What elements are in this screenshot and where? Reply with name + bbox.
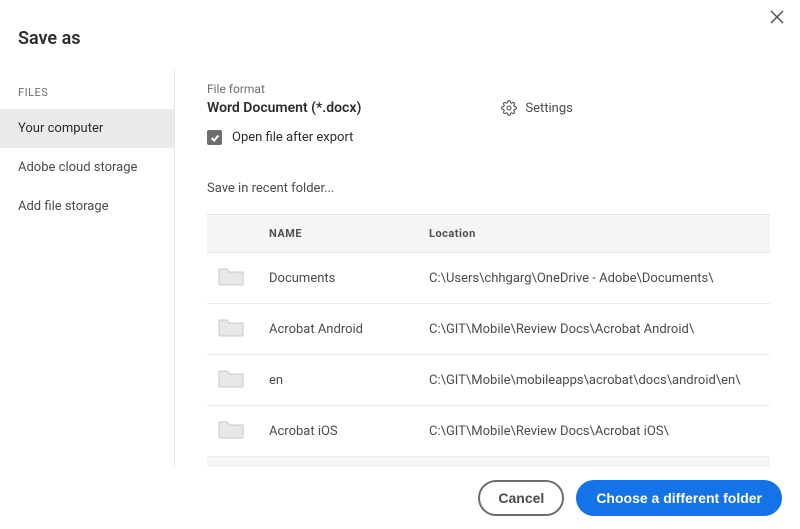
recent-folder-table: NAME Location Documents C:\Users\chhgarg… xyxy=(207,214,770,467)
open-after-export-checkbox[interactable] xyxy=(207,130,222,145)
table-row[interactable]: Acrobat iOS C:\GIT\Mobile\Review Docs\Ac… xyxy=(207,406,770,457)
folder-icon xyxy=(217,418,245,440)
sidebar-item-your-computer[interactable]: Your computer xyxy=(0,109,174,148)
table-row[interactable]: Documents C:\Users\chhgarg\OneDrive - Ad… xyxy=(207,253,770,304)
recent-folder-heading: Save in recent folder... xyxy=(207,181,770,196)
sidebar-item-add-storage[interactable]: Add file storage xyxy=(0,187,174,226)
row-name: Acrobat Android xyxy=(259,304,419,355)
file-format-heading: File format xyxy=(207,82,770,96)
choose-folder-button[interactable]: Choose a different folder xyxy=(576,480,782,516)
folder-icon xyxy=(217,265,245,287)
checkmark-icon xyxy=(210,133,220,143)
row-name: en xyxy=(259,355,419,406)
dialog-title: Save as xyxy=(0,0,800,73)
column-header-icon xyxy=(207,215,259,253)
sidebar: FILES Your computer Adobe cloud storage … xyxy=(0,70,175,467)
sidebar-heading: FILES xyxy=(0,76,174,109)
close-icon xyxy=(770,10,784,24)
close-button[interactable] xyxy=(770,10,786,26)
dialog-footer: Cancel Choose a different folder xyxy=(0,467,800,529)
row-location: C:\Users\chhgarg\OneDrive - Adobe\Docume… xyxy=(419,253,770,304)
sidebar-item-label: Add file storage xyxy=(18,199,109,214)
folder-icon xyxy=(217,316,245,338)
file-format-value: Word Document (*.docx) xyxy=(207,100,361,116)
folder-icon xyxy=(217,367,245,389)
cancel-button[interactable]: Cancel xyxy=(478,480,564,516)
row-name: Documents xyxy=(259,253,419,304)
row-location: C:\GIT\Mobile\Review Docs\Acrobat Androi… xyxy=(419,304,770,355)
settings-button[interactable]: Settings xyxy=(501,100,572,116)
column-header-location[interactable]: Location xyxy=(419,215,770,253)
sidebar-item-label: Your computer xyxy=(18,121,103,136)
table-row[interactable]: en C:\GIT\Mobile\mobileapps\acrobat\docs… xyxy=(207,355,770,406)
table-row[interactable]: Acrobat Android C:\GIT\Mobile\Review Doc… xyxy=(207,304,770,355)
sidebar-item-adobe-cloud[interactable]: Adobe cloud storage xyxy=(0,148,174,187)
gear-icon xyxy=(501,100,517,116)
settings-label: Settings xyxy=(525,101,572,116)
open-after-export-label: Open file after export xyxy=(232,130,353,145)
row-location: C:\GIT\Mobile\Review Docs\Acrobat iOS\ xyxy=(419,406,770,457)
table-footer-row xyxy=(207,457,770,468)
row-location: C:\GIT\Mobile\mobileapps\acrobat\docs\an… xyxy=(419,355,770,406)
row-name: Acrobat iOS xyxy=(259,406,419,457)
column-header-name[interactable]: NAME xyxy=(259,215,419,253)
content-pane: File format Word Document (*.docx) Setti… xyxy=(175,70,800,467)
sidebar-item-label: Adobe cloud storage xyxy=(18,160,137,175)
